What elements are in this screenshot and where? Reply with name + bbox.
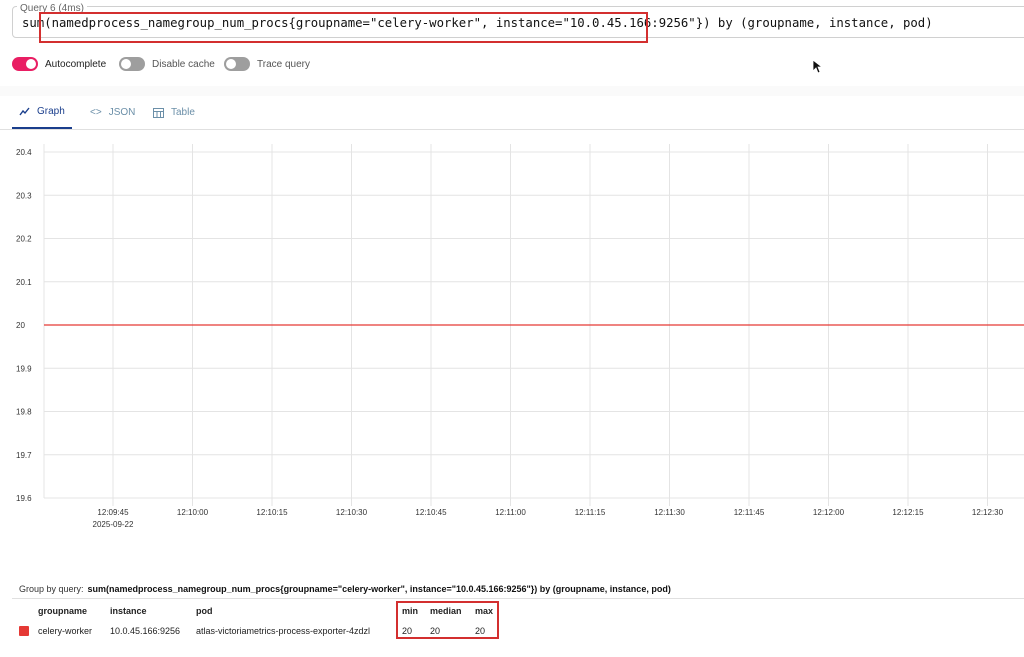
x-tick-label: 12:11:45 xyxy=(734,508,765,517)
autocomplete-switch[interactable] xyxy=(12,57,38,71)
graph-icon xyxy=(19,107,30,116)
legend-divider xyxy=(12,598,1024,599)
query-label: Query 6 (4ms) xyxy=(17,3,87,14)
disable-cache-label: Disable cache xyxy=(152,58,215,70)
y-tick-label: 20.4 xyxy=(16,148,32,157)
table-icon xyxy=(153,107,164,118)
col-header-groupname: groupname xyxy=(38,606,88,616)
trace-query-switch[interactable] xyxy=(224,57,250,71)
x-date-label: 2025-09-22 xyxy=(93,520,134,529)
trace-query-toggle[interactable]: Trace query xyxy=(224,57,310,71)
y-tick-label: 19.7 xyxy=(16,451,32,460)
autocomplete-label: Autocomplete xyxy=(45,58,107,70)
col-header-instance: instance xyxy=(110,606,147,616)
x-tick-label: 12:10:45 xyxy=(415,508,447,517)
tab-json[interactable]: <> JSON xyxy=(90,96,135,129)
tab-table[interactable]: Table xyxy=(153,96,195,129)
x-tick-label: 12:12:15 xyxy=(892,508,924,517)
group-by-line: Group by query: sum(namedprocess_namegrou… xyxy=(19,584,671,594)
tab-json-label: JSON xyxy=(108,107,136,118)
y-tick-label: 20.3 xyxy=(16,191,32,200)
mouse-cursor-icon xyxy=(812,59,822,74)
y-tick-label: 20 xyxy=(16,321,25,330)
series-color-swatch[interactable] xyxy=(19,626,29,636)
x-tick-label: 12:11:30 xyxy=(654,508,685,517)
y-tick-label: 19.8 xyxy=(16,408,32,417)
x-tick-label: 12:10:30 xyxy=(336,508,368,517)
y-tick-label: 19.6 xyxy=(16,494,32,503)
x-tick-label: 12:11:00 xyxy=(495,508,526,517)
disable-cache-toggle[interactable]: Disable cache xyxy=(119,57,215,71)
results-panel: Graph <> JSON Table 20.4 20.3 20.2 20.1 20 19… xyxy=(0,96,1024,657)
code-icon: <> xyxy=(90,107,102,118)
result-tabs: Graph <> JSON Table xyxy=(0,96,1024,130)
group-by-query: sum(namedprocess_namegroup_num_procs{gro… xyxy=(87,584,671,594)
query-panel: Query 6 (4ms) sum(namedprocess_namegroup… xyxy=(0,0,1024,86)
graph-chart[interactable]: 20.4 20.3 20.2 20.1 20 19.9 19.8 19.7 19.6 12:09:… xyxy=(0,136,1024,536)
x-tick-label: 12:09:45 xyxy=(97,508,129,517)
trace-query-label: Trace query xyxy=(257,58,310,70)
legend-pod: atlas-victoriametrics-process-exporter-4… xyxy=(196,626,371,636)
legend-groupname: celery-worker xyxy=(38,626,93,636)
x-tick-label: 12:11:15 xyxy=(575,508,606,517)
y-tick-label: 20.1 xyxy=(16,278,32,287)
col-header-max: max xyxy=(475,606,494,616)
x-tick-label: 12:10:15 xyxy=(256,508,288,517)
autocomplete-toggle[interactable]: Autocomplete xyxy=(12,57,106,71)
y-tick-label: 19.9 xyxy=(16,364,32,373)
x-tick-label: 12:10:00 xyxy=(177,508,209,517)
disable-cache-switch[interactable] xyxy=(119,57,145,71)
legend-max: 20 xyxy=(475,626,486,636)
legend-min: 20 xyxy=(402,626,413,636)
group-by-label: Group by query: xyxy=(19,584,84,594)
query-expression[interactable]: sum(namedprocess_namegroup_num_procs{gro… xyxy=(22,16,933,30)
tab-graph-label: Graph xyxy=(37,106,65,117)
x-tick-label: 12:12:00 xyxy=(813,508,845,517)
col-header-median: median xyxy=(430,606,462,616)
legend-instance: 10.0.45.166:9256 xyxy=(110,626,181,636)
tab-graph[interactable]: Graph xyxy=(12,96,72,129)
tab-table-label: Table xyxy=(171,107,195,118)
col-header-pod: pod xyxy=(196,606,213,616)
y-tick-label: 20.2 xyxy=(16,235,32,244)
x-tick-label: 12:12:30 xyxy=(972,508,1004,517)
legend-median: 20 xyxy=(430,626,441,636)
col-header-min: min xyxy=(402,606,419,616)
